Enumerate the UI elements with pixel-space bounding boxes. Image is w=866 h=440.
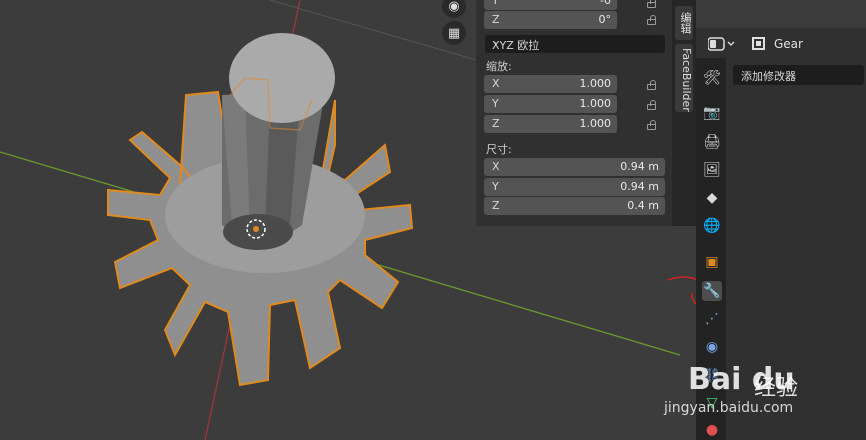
lock-icon[interactable] — [646, 80, 658, 90]
add-modifier-button[interactable]: 添加修改器 — [733, 65, 864, 85]
baidu-watermark: Bai du 经验 jingyan.baidu.com — [664, 344, 866, 424]
scale-y-field[interactable]: Y 1.000 — [484, 95, 617, 113]
rotation-y-field[interactable]: Y -0 — [484, 0, 617, 10]
tab-facebuilder[interactable]: FaceBuilder — [675, 44, 693, 112]
watermark-url: jingyan.baidu.com — [664, 400, 794, 416]
render-icon[interactable]: 📷 — [702, 103, 722, 123]
dimension-z-field[interactable]: Z 0.4 m — [484, 197, 665, 215]
sidebar-tabs: 编辑 FaceBuilder — [672, 0, 696, 226]
scene-icon[interactable]: ◆ — [702, 188, 722, 208]
dimension-y-field[interactable]: Y 0.94 m — [484, 178, 665, 196]
scale-title: 缩放: — [486, 60, 512, 73]
object-type-icon — [752, 37, 765, 50]
watermark-text: 经验 — [754, 376, 799, 401]
view-layer-icon[interactable]: 🖼 — [702, 160, 722, 180]
chevron-down-icon: ⌄ — [492, 36, 501, 47]
editor-type-icon[interactable] — [708, 36, 736, 52]
rotation-z-field[interactable]: Z 0° — [484, 11, 617, 29]
dimension-x-field[interactable]: X 0.94 m — [484, 158, 665, 176]
world-icon[interactable]: 🌐 — [702, 216, 722, 236]
scale-z-field[interactable]: Z 1.000 — [484, 115, 617, 133]
object-icon[interactable]: ▣ — [702, 252, 722, 272]
shaft-hole — [223, 214, 293, 250]
lock-icon[interactable] — [646, 120, 658, 130]
rotation-mode-select[interactable]: XYZ 欧拉 ⌄ — [485, 35, 665, 53]
object-name: Gear — [774, 37, 803, 51]
modifier-wrench-icon[interactable]: 🔧 — [702, 281, 722, 301]
scale-x-field[interactable]: X 1.000 — [484, 75, 617, 93]
object-origin — [253, 226, 259, 232]
lock-icon[interactable] — [646, 100, 658, 110]
transform-panel: Y -0 Z 0° XYZ 欧拉 ⌄ 缩放: X 1.000 Y 1.000 Z… — [476, 0, 672, 226]
lock-icon[interactable] — [646, 0, 658, 8]
lock-icon[interactable] — [646, 15, 658, 25]
output-icon[interactable]: 🖨 — [702, 132, 722, 152]
grid-perspective-icon[interactable]: ▦ — [442, 21, 466, 45]
tool-icon[interactable]: 🛠 — [702, 68, 722, 88]
dimensions-title: 尺寸: — [486, 143, 512, 156]
particles-icon[interactable]: ⋰ — [702, 309, 722, 329]
tab-edit[interactable]: 编辑 — [675, 6, 693, 40]
